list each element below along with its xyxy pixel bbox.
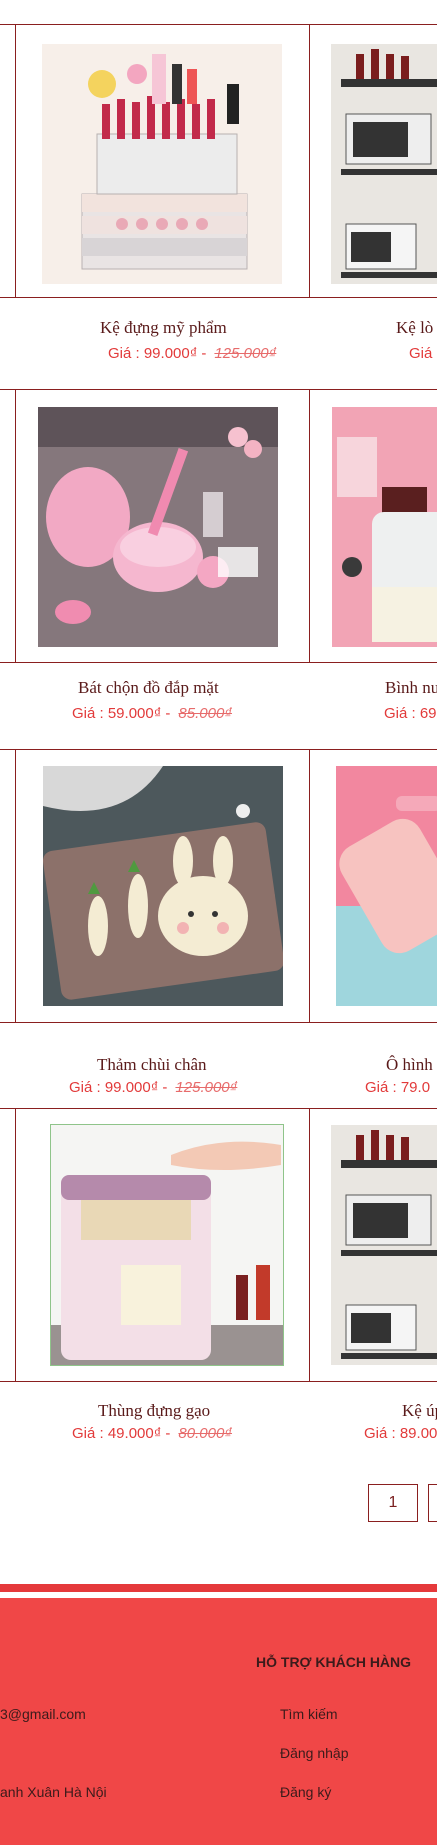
face-mask-set-image bbox=[38, 407, 278, 647]
pagination-page-1[interactable]: 1 bbox=[368, 1484, 418, 1522]
product-row: Kệ đựng mỹ phẩm Giá : 99.000₫ -125.000₫ K… bbox=[0, 0, 437, 380]
product-card-face-mask-bowl[interactable] bbox=[15, 389, 311, 663]
footer-link-register[interactable]: Đăng ký bbox=[280, 1784, 331, 1800]
product-image[interactable] bbox=[43, 766, 283, 1006]
product-card-kitchen-rack[interactable] bbox=[309, 24, 437, 298]
current-price: Giá : 99.000₫ bbox=[108, 345, 198, 362]
product-price: Giá : 89.00 bbox=[364, 1425, 437, 1442]
product-price: Giá : 69 bbox=[384, 705, 437, 722]
product-image[interactable] bbox=[42, 44, 282, 284]
product-name[interactable]: Kệ đựng mỹ phẩm bbox=[100, 318, 227, 338]
product-card-dish-rack[interactable] bbox=[309, 1108, 437, 1382]
product-info-row: Thùng đựng gạo Giá : 49.000₫ -80.000₫ Kệ … bbox=[0, 1381, 437, 1462]
product-image[interactable] bbox=[331, 44, 437, 284]
price-separator: - bbox=[165, 1425, 171, 1442]
product-info-row: Kệ đựng mỹ phẩm Giá : 99.000₫ -125.000₫ K… bbox=[0, 297, 437, 378]
product-grid: Kệ đựng mỹ phẩm Giá : 99.000₫ -125.000₫ K… bbox=[0, 0, 437, 1500]
current-price: Giá : 59.000₫ bbox=[72, 705, 162, 722]
footer-link-login[interactable]: Đăng nhập bbox=[280, 1745, 349, 1761]
product-image[interactable] bbox=[331, 1125, 437, 1365]
contact-email: 3@gmail.com bbox=[0, 1706, 86, 1722]
product-price: Giá : 49.000₫ -80.000₫ bbox=[72, 1425, 232, 1442]
product-image[interactable] bbox=[336, 766, 437, 1006]
current-price: Giá : 49.000₫ bbox=[72, 1425, 162, 1442]
product-row: Thùng đựng gạo Giá : 49.000₫ -80.000₫ Kệ … bbox=[0, 1108, 437, 1468]
product-price: Giá : 99.000₫ -125.000₫ bbox=[108, 345, 276, 362]
umbrella-image bbox=[336, 766, 437, 1006]
product-info-row: Thảm chùi chân Giá : 99.000₫ -125.000₫ Ô … bbox=[0, 1022, 437, 1103]
old-price: 85.000₫ bbox=[178, 705, 232, 722]
product-name[interactable]: Bát chộn đồ đắp mặt bbox=[78, 678, 219, 698]
product-price: Giá : 59.000₫ -85.000₫ bbox=[72, 705, 232, 722]
footer-link-search[interactable]: Tìm kiếm bbox=[280, 1706, 338, 1722]
contact-address: anh Xuân Hà Nội bbox=[0, 1784, 107, 1800]
product-image[interactable] bbox=[50, 1124, 284, 1366]
support-title: HỖ TRỢ KHÁCH HÀNG bbox=[256, 1654, 412, 1670]
cosmetic-organizer-image bbox=[42, 44, 282, 284]
product-row: Thảm chùi chân Giá : 99.000₫ -125.000₫ Ô … bbox=[0, 749, 437, 1109]
water-bottle-image bbox=[332, 407, 437, 647]
price-separator: - bbox=[201, 345, 207, 362]
footer: HỖ TRỢ KHÁCH HÀNG 3@gmail.com anh Xuân H… bbox=[0, 1598, 437, 1845]
bunny-doormat-image bbox=[43, 766, 283, 1006]
product-card-umbrella[interactable] bbox=[309, 749, 437, 1023]
product-card-water-bottle[interactable] bbox=[309, 389, 437, 663]
product-name[interactable]: Kệ úp bbox=[402, 1401, 437, 1421]
product-name[interactable]: Thùng đựng gạo bbox=[98, 1401, 210, 1421]
product-price: Giá bbox=[409, 345, 433, 362]
product-price: Giá : 99.000₫ -125.000₫ bbox=[69, 1079, 237, 1096]
product-price: Giá : 79.0 bbox=[365, 1079, 431, 1096]
product-row: Bát chộn đồ đắp mặt Giá : 59.000₫ -85.000… bbox=[0, 389, 437, 749]
product-card-rice-bin[interactable] bbox=[15, 1108, 311, 1382]
rice-container-image bbox=[51, 1125, 283, 1365]
product-image[interactable] bbox=[38, 407, 278, 647]
product-name[interactable]: Thảm chùi chân bbox=[97, 1055, 207, 1075]
pagination-page-next[interactable] bbox=[428, 1484, 437, 1522]
current-price: Giá : 99.000₫ bbox=[69, 1079, 159, 1096]
old-price: 80.000₫ bbox=[178, 1425, 232, 1442]
product-name[interactable]: Kệ lò bbox=[396, 318, 433, 338]
product-image[interactable] bbox=[332, 407, 437, 647]
product-card-doormat[interactable] bbox=[15, 749, 311, 1023]
price-separator: - bbox=[162, 1079, 168, 1096]
footer-divider bbox=[0, 1584, 437, 1592]
product-name[interactable]: Ô hình bbox=[386, 1055, 433, 1075]
kitchen-rack-image bbox=[331, 1125, 437, 1365]
product-info-row: Bát chộn đồ đắp mặt Giá : 59.000₫ -85.000… bbox=[0, 662, 437, 743]
product-name[interactable]: Bình nư bbox=[385, 678, 437, 698]
product-card-cosmetic-shelf[interactable] bbox=[15, 24, 311, 298]
old-price: 125.000₫ bbox=[175, 1079, 238, 1096]
kitchen-rack-image bbox=[331, 44, 437, 284]
price-separator: - bbox=[165, 705, 171, 722]
old-price: 125.000₫ bbox=[214, 345, 277, 362]
